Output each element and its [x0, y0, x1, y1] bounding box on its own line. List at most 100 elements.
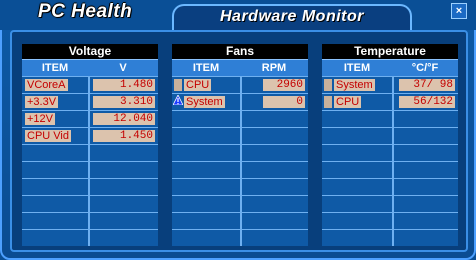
table-row — [322, 212, 458, 229]
fans-header-value: RPM — [261, 62, 287, 74]
item-cell — [172, 128, 240, 144]
table-row — [172, 229, 308, 246]
table-row — [322, 178, 458, 195]
table-row — [322, 195, 458, 212]
table-row — [22, 161, 158, 178]
sensor-name: CPU — [184, 79, 212, 91]
sensor-reading: 1.450 — [93, 130, 155, 142]
item-cell — [322, 196, 392, 212]
fans-header-item: ITEM — [192, 62, 220, 74]
sensor-reading: 37/ 98 — [399, 79, 455, 91]
table-row — [322, 144, 458, 161]
value-cell — [240, 145, 308, 161]
item-cell — [322, 111, 392, 127]
value-cell — [392, 179, 458, 195]
table-row — [322, 110, 458, 127]
item-cell — [22, 230, 88, 246]
table-row — [172, 110, 308, 127]
value-cell: 2960 — [240, 77, 308, 93]
value-cell — [240, 196, 308, 212]
sensor-marker-icon — [174, 79, 182, 91]
value-cell — [392, 145, 458, 161]
item-cell — [22, 213, 88, 229]
sensor-name: VCoreA — [25, 79, 68, 91]
table-row — [22, 195, 158, 212]
warning-icon — [173, 95, 183, 105]
monitor-panel: Voltage ITEM V VCoreA 1.480 +3.3V 3.310 +12V… — [10, 30, 468, 252]
value-cell — [88, 213, 158, 229]
item-cell — [172, 111, 240, 127]
value-cell — [240, 162, 308, 178]
item-cell — [172, 230, 240, 246]
value-cell: 0 — [240, 94, 308, 110]
tab-hardware-monitor[interactable]: Hardware Monitor — [172, 4, 412, 30]
sensor-name: System — [334, 79, 375, 91]
table-row — [172, 161, 308, 178]
table-row — [322, 229, 458, 246]
voltage-title: Voltage — [22, 44, 158, 59]
item-cell — [22, 162, 88, 178]
item-cell — [322, 179, 392, 195]
voltage-section: Voltage ITEM V VCoreA 1.480 +3.3V 3.310 +12V… — [22, 44, 158, 246]
table-row: CPU 56/132 — [322, 93, 458, 110]
title-bar: PC Health Hardware Monitor × — [0, 0, 476, 30]
item-cell: System — [322, 77, 392, 93]
temperature-title: Temperature — [322, 44, 458, 59]
value-cell — [240, 213, 308, 229]
temperature-header-item: ITEM — [343, 62, 371, 74]
sensor-reading: 0 — [263, 96, 305, 108]
value-cell — [88, 230, 158, 246]
sensor-name: +3.3V — [25, 96, 59, 108]
value-cell — [88, 196, 158, 212]
value-cell: 1.480 — [88, 77, 158, 93]
table-row — [172, 127, 308, 144]
item-cell — [172, 162, 240, 178]
temperature-section: Temperature ITEM °C/°F System 37/ 98 CPU 56… — [322, 44, 458, 246]
item-cell — [172, 145, 240, 161]
item-cell: VCoreA — [22, 77, 88, 93]
close-button[interactable]: × — [451, 3, 467, 19]
item-cell — [322, 213, 392, 229]
voltage-table: VCoreA 1.480 +3.3V 3.310 +12V 12.040 CPU Vid 1.… — [22, 76, 158, 246]
table-row — [22, 144, 158, 161]
voltage-header-value: V — [119, 62, 127, 74]
value-cell — [240, 179, 308, 195]
table-row — [22, 178, 158, 195]
item-cell — [322, 162, 392, 178]
sensor-name: CPU Vid — [25, 130, 71, 142]
table-row — [172, 212, 308, 229]
item-cell: CPU Vid — [22, 128, 88, 144]
tab-hardware-monitor-label: Hardware Monitor — [219, 8, 364, 25]
value-cell: 1.450 — [88, 128, 158, 144]
value-cell: 37/ 98 — [392, 77, 458, 93]
item-cell: +12V — [22, 111, 88, 127]
sensor-reading: 56/132 — [399, 96, 455, 108]
table-row: +12V 12.040 — [22, 110, 158, 127]
value-cell: 3.310 — [88, 94, 158, 110]
sensor-reading: 12.040 — [93, 113, 155, 125]
value-cell — [240, 111, 308, 127]
value-cell: 12.040 — [88, 111, 158, 127]
item-cell: CPU — [172, 77, 240, 93]
fans-table: CPU 2960 System 0 — [172, 76, 308, 246]
table-row: System 37/ 98 — [322, 76, 458, 93]
item-cell — [22, 145, 88, 161]
table-row — [322, 127, 458, 144]
value-cell — [88, 145, 158, 161]
value-cell — [392, 128, 458, 144]
fans-title: Fans — [172, 44, 308, 59]
value-cell: 56/132 — [392, 94, 458, 110]
table-row — [172, 178, 308, 195]
value-cell — [392, 196, 458, 212]
fans-column-headers: ITEM RPM — [172, 59, 308, 76]
item-cell: +3.3V — [22, 94, 88, 110]
table-row — [172, 144, 308, 161]
value-cell — [392, 213, 458, 229]
item-cell — [322, 145, 392, 161]
item-cell: System — [172, 94, 240, 110]
voltage-header-item: ITEM — [41, 62, 69, 74]
sensor-reading: 3.310 — [93, 96, 155, 108]
table-row — [322, 161, 458, 178]
app-title: PC Health — [38, 1, 133, 22]
value-cell — [392, 111, 458, 127]
